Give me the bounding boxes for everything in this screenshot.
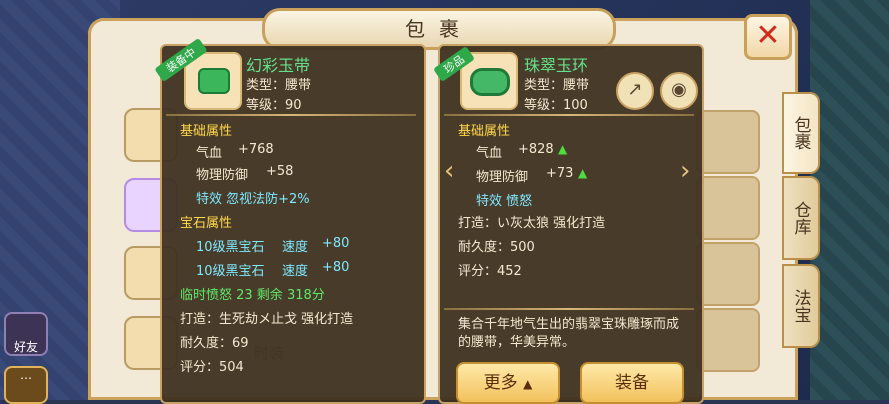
ring-gem-icon [470, 68, 510, 96]
item-type: 类型：腰带 [524, 78, 590, 93]
item-description: 集合千年地气生出的翡翠宝珠雕琢而成的腰带，华美异常。 [458, 317, 680, 350]
view-button[interactable]: ◉ [660, 72, 698, 110]
section-gem: 宝石属性 [180, 216, 233, 231]
chat-button[interactable]: … [4, 366, 48, 404]
divider [444, 114, 694, 116]
section-base: 基础属性 [458, 124, 511, 139]
arrow-right-icon[interactable]: › [680, 156, 690, 186]
inventory-slot[interactable] [696, 308, 760, 372]
item-level: 等级：90 [246, 98, 302, 113]
share-button[interactable]: ↗ [616, 72, 654, 110]
forge-info: 打造：い灰太狼 强化打造 [458, 216, 606, 231]
score: 评分：504 [180, 360, 244, 375]
tab-bag[interactable]: 包裹 [782, 92, 820, 174]
divider [444, 308, 694, 310]
special-effect: 特效 忽视法防+2% [196, 192, 310, 207]
gem-value: +80 [322, 236, 350, 251]
close-button[interactable]: ✕ [744, 14, 792, 60]
stat-name: 气血 [476, 146, 503, 161]
more-button[interactable]: 更多 ▲ [456, 362, 560, 404]
durability: 耐久度：69 [180, 336, 249, 351]
inventory-slot[interactable] [696, 110, 760, 174]
stat-value: +828 [518, 142, 554, 157]
gem-name: 10级黑宝石 [196, 264, 265, 279]
gem-name: 10级黑宝石 [196, 240, 265, 255]
window-title: 包裹 [405, 17, 473, 41]
close-icon: ✕ [755, 18, 781, 53]
chevron-up-icon: ▲ [523, 377, 533, 391]
inventory-slot[interactable] [696, 176, 760, 240]
background-right [810, 0, 889, 400]
item-type: 类型：腰带 [246, 78, 312, 93]
stat-name: 物理防御 [196, 168, 249, 183]
gem-value: +80 [322, 260, 350, 275]
arrow-up-icon: ▲ [578, 166, 588, 180]
forge-info: 打造：生死劫メ止戈 强化打造 [180, 312, 354, 327]
item-level: 等级：100 [524, 98, 588, 113]
item-name: 珠翠玉环 [524, 56, 589, 75]
stat-name: 物理防御 [476, 170, 529, 185]
compare-item-tooltip: 珍品 珠翠玉环 类型：腰带 等级：100 ↗ ◉ 基础属性 ‹ › 气血 +82… [433, 44, 704, 404]
gem-stat: 速度 [282, 264, 309, 279]
friends-button[interactable]: 好友 [4, 312, 48, 356]
stat-value: +768 [238, 142, 274, 157]
gem-stat: 速度 [282, 240, 309, 255]
friends-label: 好友 [13, 340, 38, 354]
durability: 耐久度：500 [458, 240, 535, 255]
eye-icon: ◉ [671, 79, 687, 100]
stat-value: +73 [546, 166, 574, 181]
share-icon: ↗ [627, 79, 643, 100]
item-name: 幻彩玉带 [246, 56, 311, 75]
chat-icon: … [20, 368, 32, 382]
temp-anger: 临时愤怒 23 剩余 318分 [180, 288, 325, 303]
section-base: 基础属性 [180, 124, 233, 139]
special-effect: 特效 愤怒 [476, 194, 533, 209]
belt-gem-icon [198, 68, 230, 94]
tab-treasure[interactable]: 法宝 [782, 264, 820, 348]
equipped-item-tooltip: 装备中 幻彩玉带 类型：腰带 等级：90 基础属性 气血 +768 物理防御 +… [154, 37, 426, 404]
equip-button[interactable]: 装备 [580, 362, 684, 404]
arrow-left-icon[interactable]: ‹ [444, 156, 454, 186]
tab-warehouse[interactable]: 仓库 [782, 176, 820, 260]
arrow-up-icon: ▲ [558, 142, 568, 156]
divider [166, 114, 416, 116]
stat-value: +58 [266, 164, 294, 179]
score: 评分：452 [458, 264, 522, 279]
stat-name: 气血 [196, 146, 223, 161]
more-label: 更多 [483, 373, 518, 393]
inventory-slot[interactable] [696, 242, 760, 306]
